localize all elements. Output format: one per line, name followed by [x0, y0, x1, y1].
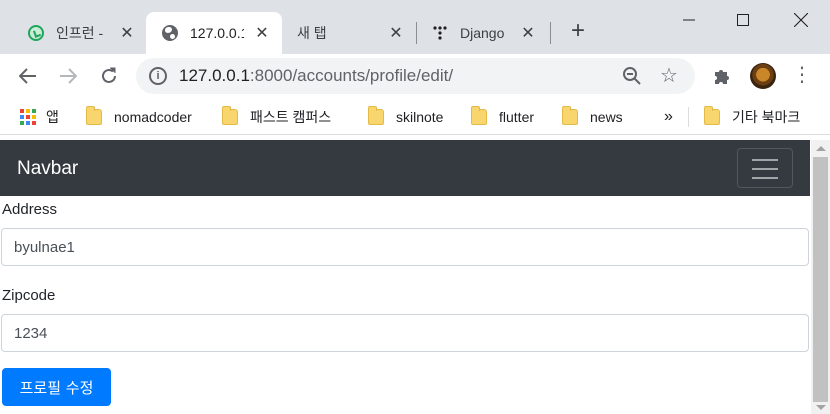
extensions-puzzle-icon[interactable]: [712, 66, 732, 86]
bookmarks-overflow-button[interactable]: »: [664, 107, 673, 127]
forward-arrow-icon: [60, 68, 77, 84]
profile-avatar[interactable]: [750, 63, 776, 89]
maximize-icon: [737, 14, 749, 26]
tab-new-tab[interactable]: 새 탭 ✕: [282, 12, 412, 54]
minimize-button[interactable]: [666, 6, 712, 34]
apps-grid-dot: [26, 109, 30, 113]
django-favicon-icon: [433, 26, 447, 40]
close-icon[interactable]: ✕: [519, 24, 537, 42]
bookmark-label: nomadcoder: [114, 109, 192, 125]
address-bar[interactable]: i 127.0.0.1:8000/accounts/profile/edit/ …: [136, 58, 695, 94]
window-close-icon: [794, 13, 808, 27]
site-navbar: Navbar: [0, 140, 810, 196]
bookmark-news[interactable]: news: [562, 106, 623, 127]
update-profile-button[interactable]: 프로필 수정: [2, 368, 111, 406]
folder-icon: [368, 106, 384, 125]
hamburger-icon: [752, 177, 778, 179]
scrollbar-thumb[interactable]: [813, 157, 828, 402]
folder-icon: [562, 106, 578, 125]
apps-grid-icon: [20, 109, 36, 125]
scroll-down-arrow-icon[interactable]: [816, 405, 826, 410]
bookmark-skilnote[interactable]: skilnote: [368, 106, 444, 127]
globe-icon: [162, 25, 178, 41]
url-text[interactable]: 127.0.0.1:8000/accounts/profile/edit/: [179, 66, 453, 86]
tab-title: 새 탭: [297, 25, 327, 41]
tab-strip: 인프런 - ✕ 127.0.0.1 ✕ 새 탭 ✕ Django ✕ +: [0, 0, 830, 54]
bookmark-other[interactable]: 기타 북마크: [704, 106, 801, 127]
bookmark-label: flutter: [499, 109, 535, 125]
bookmarks-bar: 앱 nomadcoder 패스트 캠퍼스 skilnote flutter ne…: [0, 99, 830, 135]
address-input[interactable]: byulnae1: [1, 228, 809, 266]
close-icon[interactable]: ✕: [118, 24, 136, 42]
bookmark-fastcampus[interactable]: 패스트 캠퍼스: [222, 106, 332, 127]
navbar-toggler-button[interactable]: [737, 148, 793, 188]
window-close-button[interactable]: [778, 6, 824, 34]
inflearn-favicon-icon: [28, 25, 44, 41]
minimize-icon: [683, 19, 695, 21]
back-button[interactable]: [14, 62, 42, 90]
apps-grid-dot: [32, 121, 36, 125]
zipcode-input[interactable]: 1234: [1, 314, 809, 352]
tab-separator: [550, 22, 551, 44]
bookmark-flutter[interactable]: flutter: [471, 106, 535, 127]
apps-grid-dot: [26, 115, 30, 119]
back-arrow-icon: [19, 68, 36, 84]
tab-title: 127.0.0.1: [190, 25, 244, 41]
zoom-icon[interactable]: [622, 66, 642, 86]
folder-icon: [86, 106, 102, 125]
bookmarks-separator: [688, 107, 689, 127]
bookmark-label: 앱: [46, 109, 59, 125]
url-host: 127.0.0.1: [179, 66, 250, 85]
new-tab-button[interactable]: +: [566, 19, 590, 44]
bookmark-label: 패스트 캠퍼스: [250, 109, 332, 125]
address-label: Address: [2, 201, 58, 218]
bookmark-label: news: [590, 109, 623, 125]
apps-grid-dot: [26, 121, 30, 125]
reload-icon: [102, 67, 116, 83]
folder-icon: [471, 106, 487, 125]
apps-grid-dot: [32, 115, 36, 119]
tab-separator: [416, 22, 417, 44]
close-icon[interactable]: ✕: [253, 24, 271, 42]
site-info-icon[interactable]: i: [149, 67, 167, 85]
folder-icon: [704, 106, 720, 125]
bookmark-label: skilnote: [396, 109, 444, 125]
apps-grid-dot: [20, 115, 24, 119]
apps-grid-dot: [32, 109, 36, 113]
bookmark-apps[interactable]: 앱: [20, 107, 59, 127]
page-viewport: Navbar Address byulnae1 Zipcode 1234 프로필…: [0, 140, 830, 414]
tab-inflearn[interactable]: 인프런 - ✕: [18, 12, 142, 54]
close-icon[interactable]: ✕: [387, 24, 405, 42]
bookmark-star-icon[interactable]: ☆: [660, 63, 678, 88]
zipcode-label: Zipcode: [2, 287, 56, 304]
tab-localhost[interactable]: 127.0.0.1 ✕: [146, 12, 282, 54]
tab-django[interactable]: Django ✕: [418, 12, 548, 54]
tab-title: 인프런 -: [56, 25, 104, 41]
navbar-brand[interactable]: Navbar: [17, 158, 78, 180]
folder-icon: [222, 106, 238, 125]
browser-menu-icon[interactable]: ⋮: [792, 64, 812, 88]
bookmark-label: 기타 북마크: [732, 109, 801, 125]
forward-button[interactable]: [54, 62, 82, 90]
apps-grid-dot: [20, 121, 24, 125]
tab-title: Django: [460, 25, 505, 41]
scroll-up-arrow-icon[interactable]: [816, 146, 826, 151]
maximize-button[interactable]: [720, 6, 766, 34]
bookmark-nomadcoder[interactable]: nomadcoder: [86, 106, 192, 127]
hamburger-icon: [752, 159, 778, 161]
reload-button[interactable]: [95, 62, 123, 90]
hamburger-icon: [752, 168, 778, 170]
apps-grid-dot: [20, 109, 24, 113]
url-path: :8000/accounts/profile/edit/: [249, 66, 454, 85]
page-scrollbar[interactable]: [811, 140, 830, 414]
